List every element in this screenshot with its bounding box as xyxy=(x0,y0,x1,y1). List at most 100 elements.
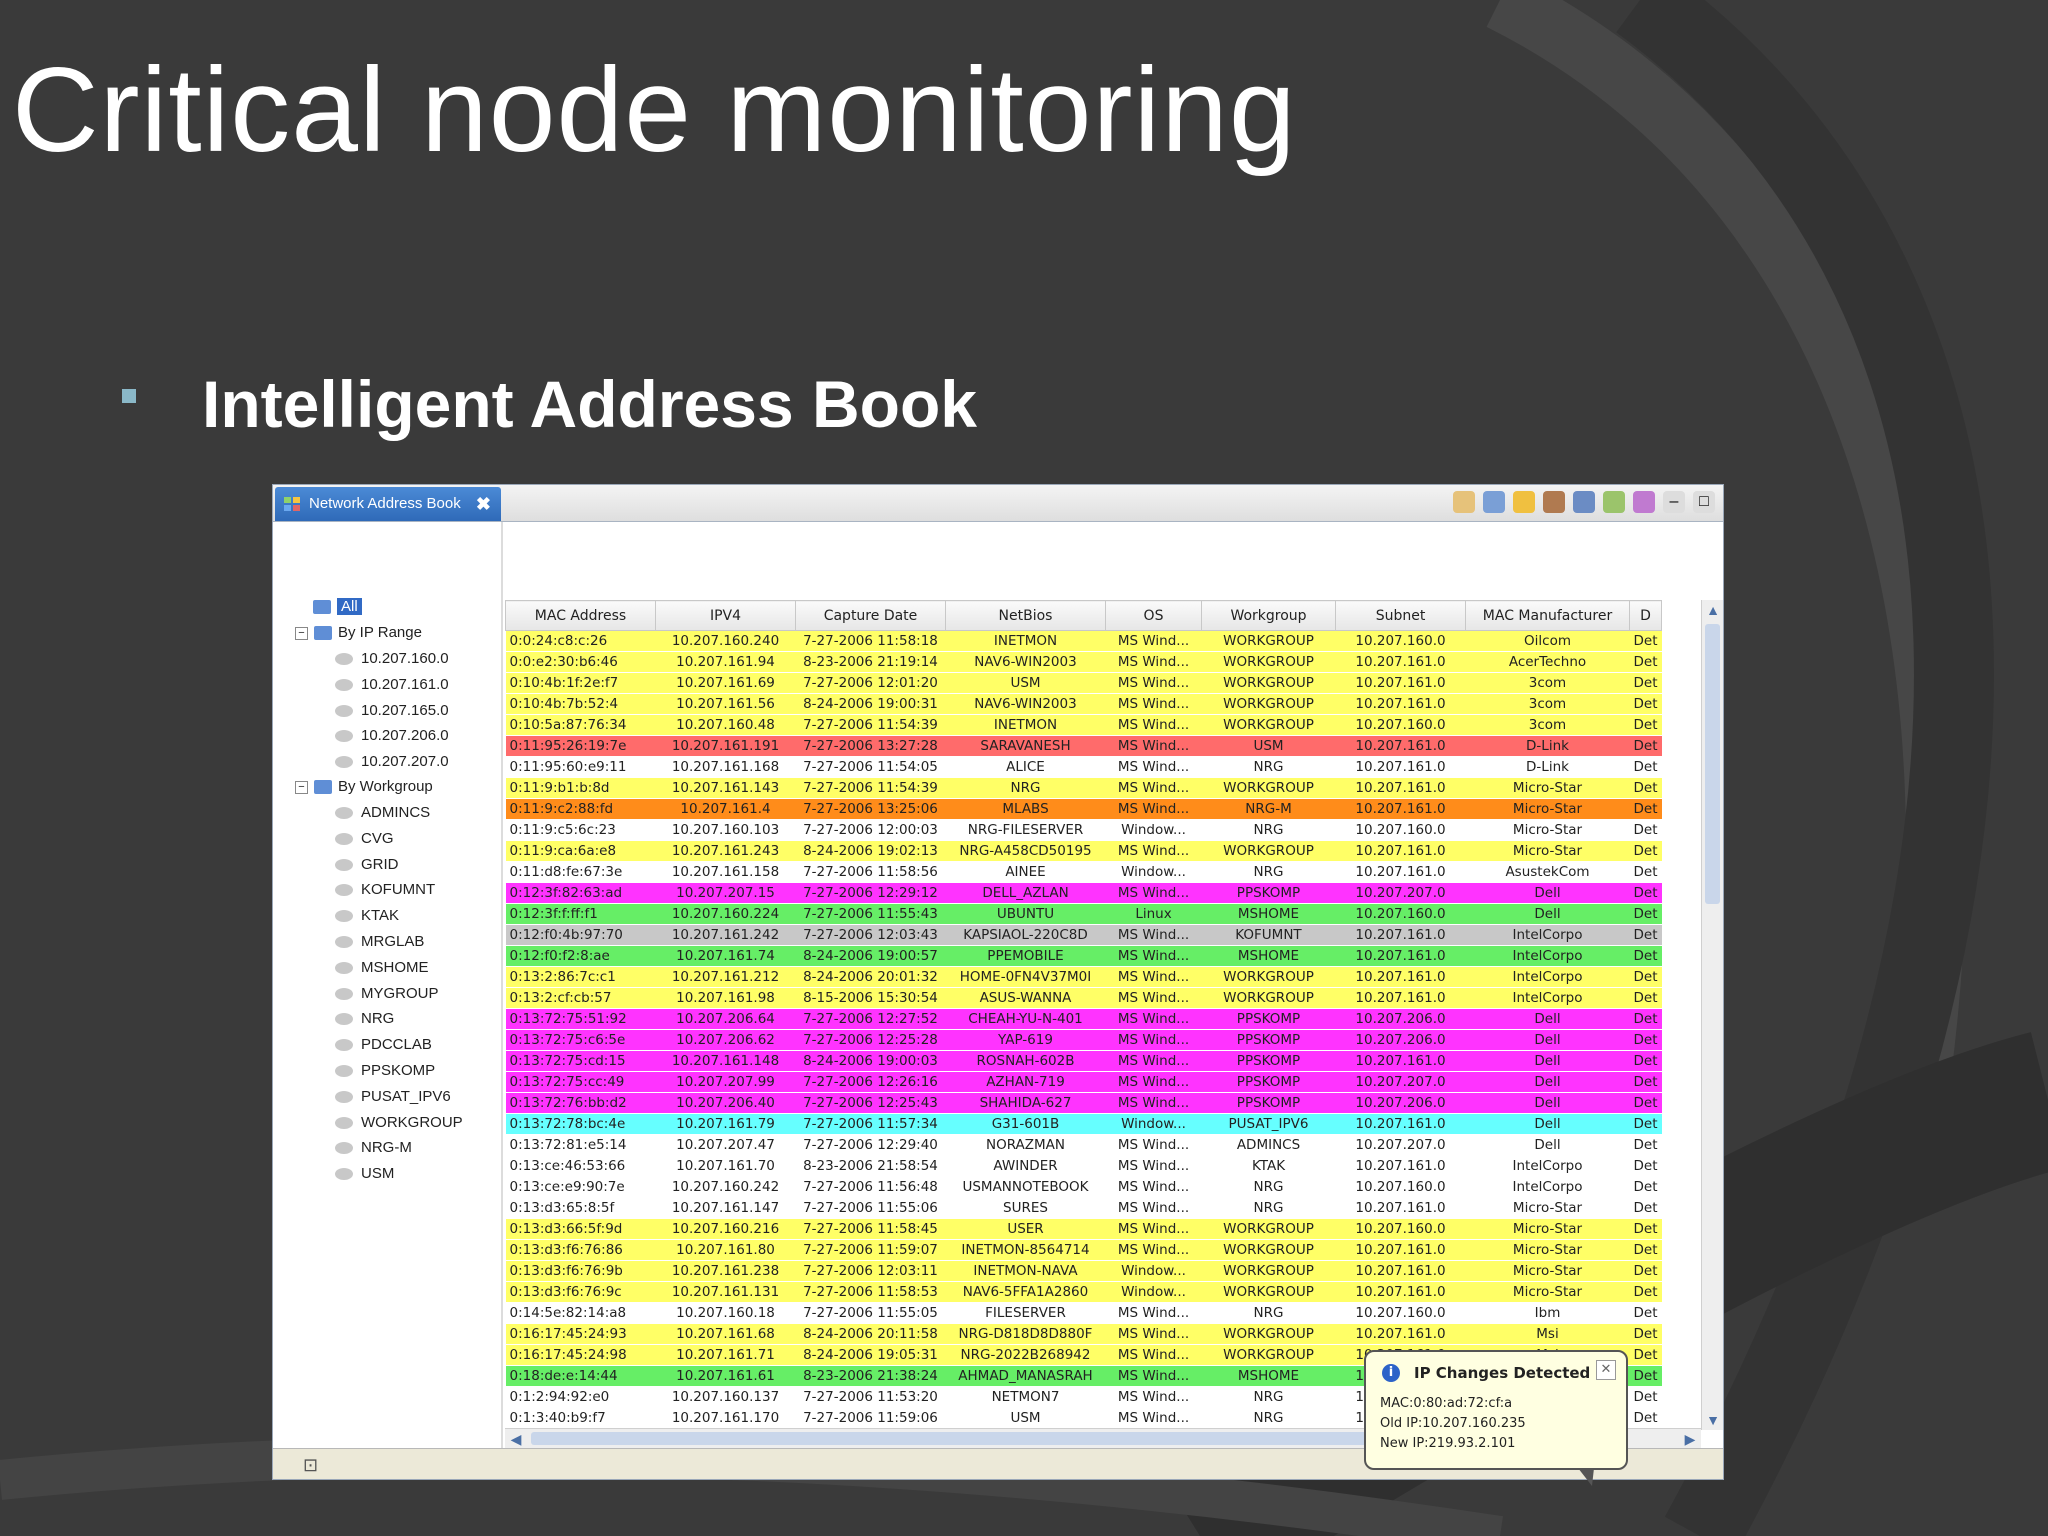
table-row[interactable]: 0:13:ce:e9:90:7e 10.207.160.242 7-27-2006 … xyxy=(505,1176,1662,1198)
table-cell: USM xyxy=(945,1407,1106,1429)
table-row[interactable]: 0:13:72:75:cc:49 10.207.207.99 7-27-2006 1… xyxy=(505,1071,1662,1093)
table-row[interactable]: 0:13:72:75:cd:15 10.207.161.148 8-24-2006 … xyxy=(505,1050,1662,1072)
column-header[interactable]: Workgroup xyxy=(1201,600,1336,631)
table-row[interactable]: 0:11:9:ca:6a:e8 10.207.161.243 8-24-2006 1… xyxy=(505,840,1662,862)
table-row[interactable]: 0:13:72:78:bc:4e 10.207.161.79 7-27-2006 1… xyxy=(505,1113,1662,1135)
tree-item[interactable]: 10.207.207.0 xyxy=(335,751,449,773)
tree-item[interactable]: WORKGROUP xyxy=(335,1112,463,1134)
table-row[interactable]: 0:11:9:c5:6c:23 10.207.160.103 7-27-2006 1… xyxy=(505,819,1662,841)
table-row[interactable]: 0:11:9:c2:88:fd 10.207.161.4 7-27-2006 13:… xyxy=(505,798,1662,820)
table-row[interactable]: 0:13:2:cf:cb:57 10.207.161.98 8-15-2006 15… xyxy=(505,987,1662,1009)
tree-item-all[interactable]: All xyxy=(313,596,362,618)
book-icon[interactable] xyxy=(1483,491,1505,513)
tree-item[interactable]: 10.207.160.0 xyxy=(335,648,449,670)
scroll-left-icon[interactable]: ◀ xyxy=(505,1429,527,1449)
tree-item[interactable]: MYGROUP xyxy=(335,983,439,1005)
table-row[interactable]: 0:13:d3:66:5f:9d 10.207.160.216 7-27-2006 … xyxy=(505,1218,1662,1240)
column-header[interactable]: Capture Date xyxy=(795,600,946,631)
table-row[interactable]: 0:13:2:86:7c:c1 10.207.161.212 8-24-2006 2… xyxy=(505,966,1662,988)
scroll-up-icon[interactable]: ▲ xyxy=(1702,600,1723,620)
column-header[interactable]: MAC Manufacturer xyxy=(1465,600,1630,631)
tree-item[interactable]: ADMINCS xyxy=(335,802,430,824)
table-row[interactable]: 0:13:d3:f6:76:9b 10.207.161.238 7-27-2006 … xyxy=(505,1260,1662,1282)
table-cell: 10.207.161.0 xyxy=(1335,1323,1466,1345)
minimize-icon[interactable]: – xyxy=(1663,491,1685,513)
collapse-icon[interactable]: − xyxy=(295,780,308,794)
table-row[interactable]: 0:13:d3:f6:76:9c 10.207.161.131 7-27-2006 … xyxy=(505,1281,1662,1303)
table-row[interactable]: 0:0:24:c8:c:26 10.207.160.240 7-27-2006 11… xyxy=(505,630,1662,652)
table-cell: Det xyxy=(1629,1365,1662,1387)
table-row[interactable]: 0:13:72:75:51:92 10.207.206.64 7-27-2006 1… xyxy=(505,1008,1662,1030)
table-row[interactable]: 0:10:4b:1f:2e:f7 10.207.161.69 7-27-2006 1… xyxy=(505,672,1662,694)
column-header[interactable]: NetBios xyxy=(945,600,1106,631)
table-row[interactable]: 0:11:95:60:e9:11 10.207.161.168 7-27-2006 … xyxy=(505,756,1662,778)
table-row[interactable]: 0:12:3f:82:63:ad 10.207.207.15 7-27-2006 1… xyxy=(505,882,1662,904)
tree-item[interactable]: PPSKOMP xyxy=(335,1060,435,1082)
scroll-down-icon[interactable]: ▼ xyxy=(1702,1410,1723,1430)
table-row[interactable]: 0:11:d8:fe:67:3e 10.207.161.158 7-27-2006 … xyxy=(505,861,1662,883)
tree-item[interactable]: 10.207.206.0 xyxy=(335,725,449,747)
tree-item-by-ip-range[interactable]: − By IP Range xyxy=(295,622,422,644)
save-icon[interactable] xyxy=(1573,491,1595,513)
filter-icon[interactable] xyxy=(1603,491,1625,513)
scroll-thumb[interactable] xyxy=(1705,624,1720,904)
table-row[interactable]: 0:13:72:76:bb:d2 10.207.206.40 7-27-2006 1… xyxy=(505,1092,1662,1114)
table-cell: 10.207.160.0 xyxy=(1335,819,1466,841)
close-icon[interactable]: ✕ xyxy=(1596,1360,1616,1380)
scroll-right-icon[interactable]: ▶ xyxy=(1679,1429,1701,1449)
table-row[interactable]: 0:11:95:26:19:7e 10.207.161.191 7-27-2006 … xyxy=(505,735,1662,757)
pane-splitter[interactable] xyxy=(501,522,503,1448)
tree-item[interactable]: USM xyxy=(335,1163,394,1185)
node-icon xyxy=(335,1039,353,1052)
close-icon[interactable]: ✖ xyxy=(476,487,491,521)
tree-item[interactable]: PUSAT_IPV6 xyxy=(335,1086,451,1108)
table-cell: PPSKOMP xyxy=(1201,1071,1336,1093)
column-header[interactable]: OS xyxy=(1105,600,1202,631)
tree-item[interactable]: NRG xyxy=(335,1008,394,1030)
table-row[interactable]: 0:12:f0:f2:8:ae 10.207.161.74 8-24-2006 19… xyxy=(505,945,1662,967)
table-row[interactable]: 0:13:72:75:c6:5e 10.207.206.62 7-27-2006 1… xyxy=(505,1029,1662,1051)
table-row[interactable]: 0:14:5e:82:14:a8 10.207.160.18 7-27-2006 1… xyxy=(505,1302,1662,1324)
table-cell: NAV6-5FFA1A2860 xyxy=(945,1281,1106,1303)
collapse-icon[interactable]: − xyxy=(295,626,308,640)
table-cell: WORKGROUP xyxy=(1201,777,1336,799)
maximize-icon[interactable]: □ xyxy=(1693,491,1715,513)
table-row[interactable]: 0:12:3f:f:ff:f1 10.207.160.224 7-27-2006 1… xyxy=(505,903,1662,925)
table-cell: Oilcom xyxy=(1465,630,1630,652)
settings-icon[interactable] xyxy=(1633,491,1655,513)
tree-item[interactable]: NRG-M xyxy=(335,1137,412,1159)
table-cell: AcerTechno xyxy=(1465,651,1630,673)
column-header[interactable]: IPV4 xyxy=(655,600,796,631)
tree-item[interactable]: MRGLAB xyxy=(335,931,424,953)
vertical-scrollbar[interactable]: ▲ ▼ xyxy=(1701,600,1723,1430)
table-row[interactable]: 0:16:17:45:24:93 10.207.161.68 8-24-2006 2… xyxy=(505,1323,1662,1345)
tree-item[interactable]: 10.207.161.0 xyxy=(335,674,449,696)
tree-item[interactable]: KOFUMNT xyxy=(335,879,435,901)
table-row[interactable]: 0:13:d3:65:8:5f 10.207.161.147 7-27-2006 1… xyxy=(505,1197,1662,1219)
table-cell: Det xyxy=(1629,819,1662,841)
table-row[interactable]: 0:12:f0:4b:97:70 10.207.161.242 7-27-2006 … xyxy=(505,924,1662,946)
user-icon[interactable] xyxy=(1453,491,1475,513)
table-row[interactable]: 0:11:9:b1:b:8d 10.207.161.143 7-27-2006 11… xyxy=(505,777,1662,799)
tree-item-by-workgroup[interactable]: − By Workgroup xyxy=(295,776,433,798)
tree-item[interactable]: PDCCLAB xyxy=(335,1034,432,1056)
table-row[interactable]: 0:0:e2:30:b6:46 10.207.161.94 8-23-2006 21… xyxy=(505,651,1662,673)
table-cell: 0:13:72:78:bc:4e xyxy=(505,1113,656,1135)
tree-item[interactable]: GRID xyxy=(335,854,399,876)
table-row[interactable]: 0:13:d3:f6:76:86 10.207.161.80 7-27-2006 1… xyxy=(505,1239,1662,1261)
column-header[interactable]: Subnet xyxy=(1335,600,1466,631)
tree-item[interactable]: KTAK xyxy=(335,905,399,927)
tree-item[interactable]: MSHOME xyxy=(335,957,429,979)
table-row[interactable]: 0:10:4b:7b:52:4 10.207.161.56 8-24-2006 19… xyxy=(505,693,1662,715)
tree-item[interactable]: 10.207.165.0 xyxy=(335,700,449,722)
column-header[interactable]: MAC Address xyxy=(505,600,656,631)
tree-item[interactable]: CVG xyxy=(335,828,394,850)
table-row[interactable]: 0:13:ce:46:53:66 10.207.161.70 8-23-2006 2… xyxy=(505,1155,1662,1177)
tab-network-address-book[interactable]: Network Address Book ✖ xyxy=(275,487,501,521)
status-icon[interactable]: ⊡ xyxy=(303,1455,318,1476)
edit-icon[interactable] xyxy=(1513,491,1535,513)
column-header[interactable]: D xyxy=(1629,600,1662,631)
table-row[interactable]: 0:10:5a:87:76:34 10.207.160.48 7-27-2006 1… xyxy=(505,714,1662,736)
bookmark-icon[interactable] xyxy=(1543,491,1565,513)
table-row[interactable]: 0:13:72:81:e5:14 10.207.207.47 7-27-2006 1… xyxy=(505,1134,1662,1156)
